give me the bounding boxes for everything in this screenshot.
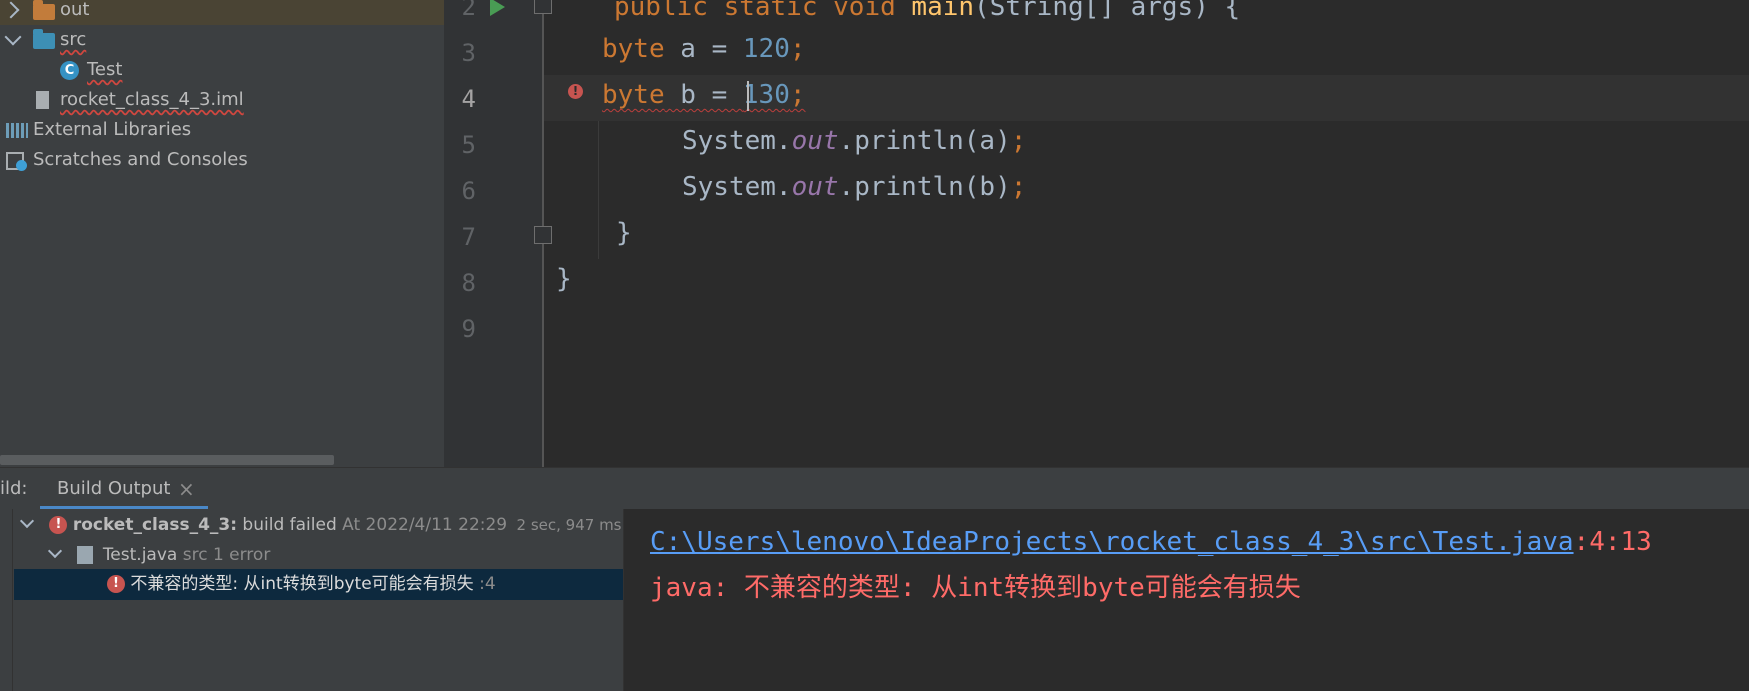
build-root-duration: 2 sec, 947 ms [516, 516, 622, 534]
build-root-row[interactable]: ! rocket_class_4_3: build failed At 2022… [19, 510, 622, 540]
line-number: 6 [461, 177, 476, 205]
build-file-row[interactable]: Test.java src 1 error [47, 540, 271, 570]
semicolon: ; [1010, 126, 1027, 156]
chevron-down-icon[interactable] [4, 28, 22, 46]
semicolon: ; [789, 34, 806, 64]
semicolon: ; [789, 80, 806, 110]
build-console[interactable]: C:\Users\lenovo\IdeaProjects\rocket_clas… [623, 509, 1749, 691]
tree-item-label: External Libraries [33, 119, 192, 140]
java-class-icon: C [60, 61, 79, 80]
code-text: System. [682, 172, 792, 202]
chevron-down-icon[interactable] [47, 543, 63, 559]
number-literal: 120 [742, 34, 790, 64]
project-tool-window: out src C Test rocket_class_4_3.iml Exte… [0, 0, 444, 467]
fold-icon[interactable] [534, 0, 552, 14]
console-location-line: C:\Users\lenovo\IdeaProjects\rocket_clas… [650, 520, 1652, 564]
code-line-5: System.out.println(a); [682, 118, 1026, 164]
build-file-name: Test.java [102, 545, 178, 565]
error-icon: ! [49, 516, 68, 534]
indent-guide [598, 121, 599, 259]
java-file-icon [77, 546, 94, 564]
tree-item-label: Test [87, 59, 123, 80]
line-number-current: 4 [461, 85, 476, 113]
build-file-detail: src 1 error [182, 545, 271, 565]
tree-item-label: src [60, 29, 87, 50]
tree-item-label: out [60, 0, 90, 20]
folder-icon [33, 0, 55, 20]
file-path-link[interactable]: C:\Users\lenovo\IdeaProjects\rocket_clas… [650, 527, 1574, 557]
build-error-line: :4 [479, 574, 496, 594]
build-root-status: build failed [237, 515, 337, 535]
code-text: .println(a) [838, 126, 1011, 156]
tree-item-out[interactable]: out [0, 0, 444, 25]
tab-label: Build Output [57, 478, 171, 499]
console-error-message: java: 不兼容的类型: 从int转换到byte可能会有损失 [650, 573, 1301, 603]
fold-icon[interactable] [534, 226, 552, 244]
library-icon [6, 123, 28, 138]
code-text: System. [682, 126, 792, 156]
static-field: out [791, 126, 839, 156]
tree-item-label: Scratches and Consoles [33, 149, 248, 170]
build-tree: ! rocket_class_4_3: build failed At 2022… [0, 509, 623, 691]
line-number: 9 [461, 315, 476, 343]
static-field: out [791, 172, 839, 202]
build-error-row[interactable]: ! 不兼容的类型: 从int转换到byte可能会有损失 :4 [14, 569, 623, 600]
run-icon[interactable] [490, 0, 505, 16]
build-root-time: At 2022/4/11 22:29 [342, 515, 508, 535]
text-caret [747, 81, 749, 111]
code-line-7: } [616, 218, 632, 248]
console-clock-icon [16, 160, 27, 171]
code-text: b = [664, 80, 743, 110]
line-number: 3 [461, 39, 476, 67]
build-toolbar-strip [0, 509, 13, 691]
keyword: byte [602, 80, 665, 110]
line-number: 5 [461, 131, 476, 159]
code-text: .println(b) [838, 172, 1011, 202]
build-tool-window-header: ild: Build Output × [0, 467, 1749, 510]
keyword: byte [602, 34, 665, 64]
line-number: 7 [461, 223, 476, 251]
code-text: a = [664, 34, 743, 64]
build-error-message: 不兼容的类型: 从int转换到byte可能会有损失 [130, 574, 474, 594]
chevron-down-icon[interactable] [19, 513, 35, 529]
build-label: ild: [0, 478, 28, 499]
close-icon[interactable]: × [178, 468, 195, 510]
build-root-name: rocket_class_4_3: [72, 515, 238, 535]
code-line-3: byte a = 120; [602, 26, 806, 72]
code-line-4: byte b = 130; [602, 72, 806, 118]
error-icon: ! [107, 575, 125, 593]
code-line-8: } [556, 264, 572, 294]
code-editor[interactable]: 2 3 4 5 6 7 8 9 ! public static void mai… [444, 0, 1749, 467]
number-literal: 130 [742, 80, 790, 110]
chevron-right-icon[interactable] [2, 1, 20, 19]
code-line-6: System.out.println(b); [682, 164, 1026, 210]
build-error-entry: ! 不兼容的类型: 从int转换到byte可能会有损失 :4 [107, 569, 496, 599]
horizontal-scrollbar[interactable] [0, 455, 334, 465]
source-folder-icon [33, 29, 55, 49]
semicolon: ; [1010, 172, 1027, 202]
module-file-icon [36, 91, 49, 109]
line-number: 8 [461, 269, 476, 297]
line-number: 2 [461, 0, 476, 21]
error-position: :4:13 [1573, 527, 1652, 557]
tree-item-label: rocket_class_4_3.iml [60, 89, 244, 110]
tab-build-output[interactable]: Build Output × [40, 468, 208, 510]
error-marker-icon[interactable]: ! [568, 84, 583, 99]
